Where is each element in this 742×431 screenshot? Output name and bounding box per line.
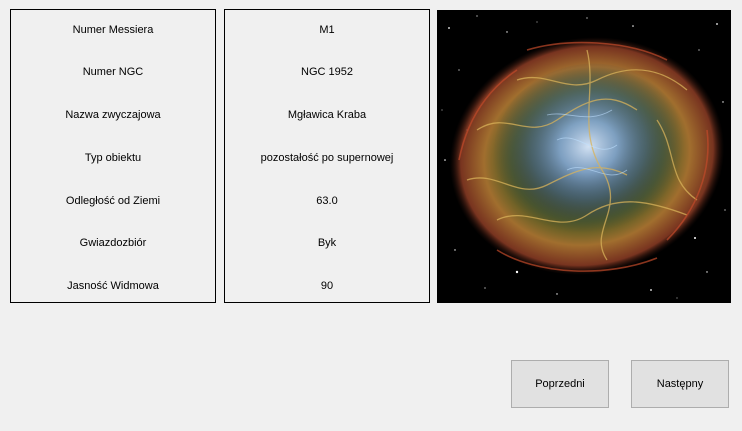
value-distance: 63.0 [316, 195, 338, 207]
crab-nebula-image [437, 10, 731, 303]
value-constellation: Byk [317, 237, 337, 249]
labels-panel: Numer Messiera Numer NGC Nazwa zwyczajow… [10, 9, 216, 303]
next-button[interactable]: Następny [631, 360, 729, 408]
value-ngc-number: NGC 1952 [301, 66, 353, 78]
label-common-name: Nazwa zwyczajowa [65, 109, 161, 121]
previous-button[interactable]: Poprzedni [511, 360, 609, 408]
label-constellation: Gwiazdozbiór [79, 237, 147, 249]
label-ngc-number: Numer NGC [82, 66, 144, 78]
label-messier-number: Numer Messiera [72, 24, 154, 36]
value-magnitude: 90 [320, 280, 334, 292]
label-object-type: Typ obiektu [84, 152, 142, 164]
label-magnitude: Jasność Widmowa [67, 280, 159, 292]
value-messier-number: M1 [319, 24, 335, 36]
value-object-type: pozostałość po supernowej [260, 152, 394, 164]
label-distance: Odległość od Ziemi [65, 195, 161, 207]
values-panel: M1 NGC 1952 Mgławica Kraba pozostałość p… [224, 9, 430, 303]
value-common-name: Mgławica Kraba [287, 109, 367, 121]
